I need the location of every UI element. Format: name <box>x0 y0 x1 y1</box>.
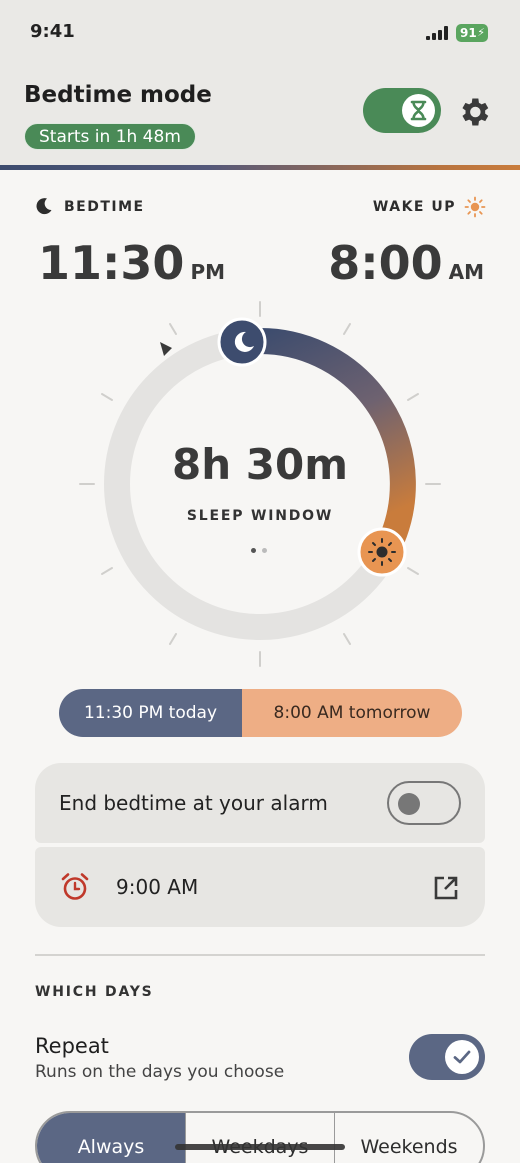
check-icon <box>453 1050 471 1064</box>
header-divider <box>0 165 520 170</box>
moon-icon <box>36 198 52 215</box>
bedtime-time[interactable]: 11:30 PM <box>38 236 225 290</box>
status-badge: Starts in 1h 48m <box>24 123 196 150</box>
segment-always[interactable]: Always <box>37 1113 186 1163</box>
battery-icon: 91 ⚡ <box>456 24 488 42</box>
section-divider <box>35 954 485 956</box>
wakeup-label: WAKE UP <box>372 199 456 215</box>
sleep-window-caption: SLEEP WINDOW <box>186 508 334 524</box>
header: Bedtime mode Starts in 1h 48m <box>0 70 520 166</box>
status-time: 9:41 <box>30 21 75 42</box>
wakeup-hour: 8:00 <box>328 236 443 290</box>
signal-icon <box>426 26 450 40</box>
repeat-subtitle: Runs on the days you choose <box>35 1062 285 1082</box>
time-range-bar: 11:30 PM today 8:00 AM tomorrow <box>59 689 462 737</box>
status-bar: 9:41 91 ⚡ <box>0 0 520 70</box>
bedtime-ampm: PM <box>190 260 225 284</box>
home-indicator[interactable] <box>175 1144 345 1150</box>
dial-pointer <box>160 342 172 356</box>
days-segmented-control: Always Weekdays Weekends <box>35 1111 485 1163</box>
hourglass-icon <box>410 100 427 121</box>
bedtime-label: BEDTIME <box>64 199 145 215</box>
battery-level: 91 <box>460 26 477 40</box>
repeat-toggle[interactable] <box>409 1034 485 1080</box>
bedtime-hour: 11:30 <box>38 236 185 290</box>
wakeup-time[interactable]: 8:00 AM <box>328 236 484 290</box>
page-indicator <box>251 538 273 557</box>
end-at-alarm-row[interactable]: End bedtime at your alarm <box>35 763 485 843</box>
end-at-alarm-toggle[interactable] <box>387 781 461 825</box>
range-end: 8:00 AM tomorrow <box>242 689 462 737</box>
toggle-knob <box>402 94 435 127</box>
segment-weekends[interactable]: Weekends <box>335 1113 483 1163</box>
wakeup-ampm: AM <box>448 260 484 284</box>
which-days-heading: WHICH DAYS <box>35 984 154 1000</box>
repeat-title: Repeat <box>35 1034 109 1058</box>
range-start: 11:30 PM today <box>59 689 242 737</box>
external-link-icon[interactable] <box>431 873 461 903</box>
bedtime-mode-toggle[interactable] <box>363 88 441 133</box>
sun-icon <box>368 538 396 566</box>
alarm-time: 9:00 AM <box>116 875 199 899</box>
gear-icon[interactable] <box>456 94 492 130</box>
sun-icon <box>464 196 486 218</box>
alarm-clock-icon <box>61 873 89 900</box>
sleep-duration: 8h 30m <box>172 440 348 489</box>
alarm-row[interactable]: 9:00 AM <box>35 847 485 927</box>
segment-weekdays[interactable]: Weekdays <box>186 1113 335 1163</box>
page-title: Bedtime mode <box>24 82 212 108</box>
end-at-alarm-label: End bedtime at your alarm <box>59 791 328 815</box>
